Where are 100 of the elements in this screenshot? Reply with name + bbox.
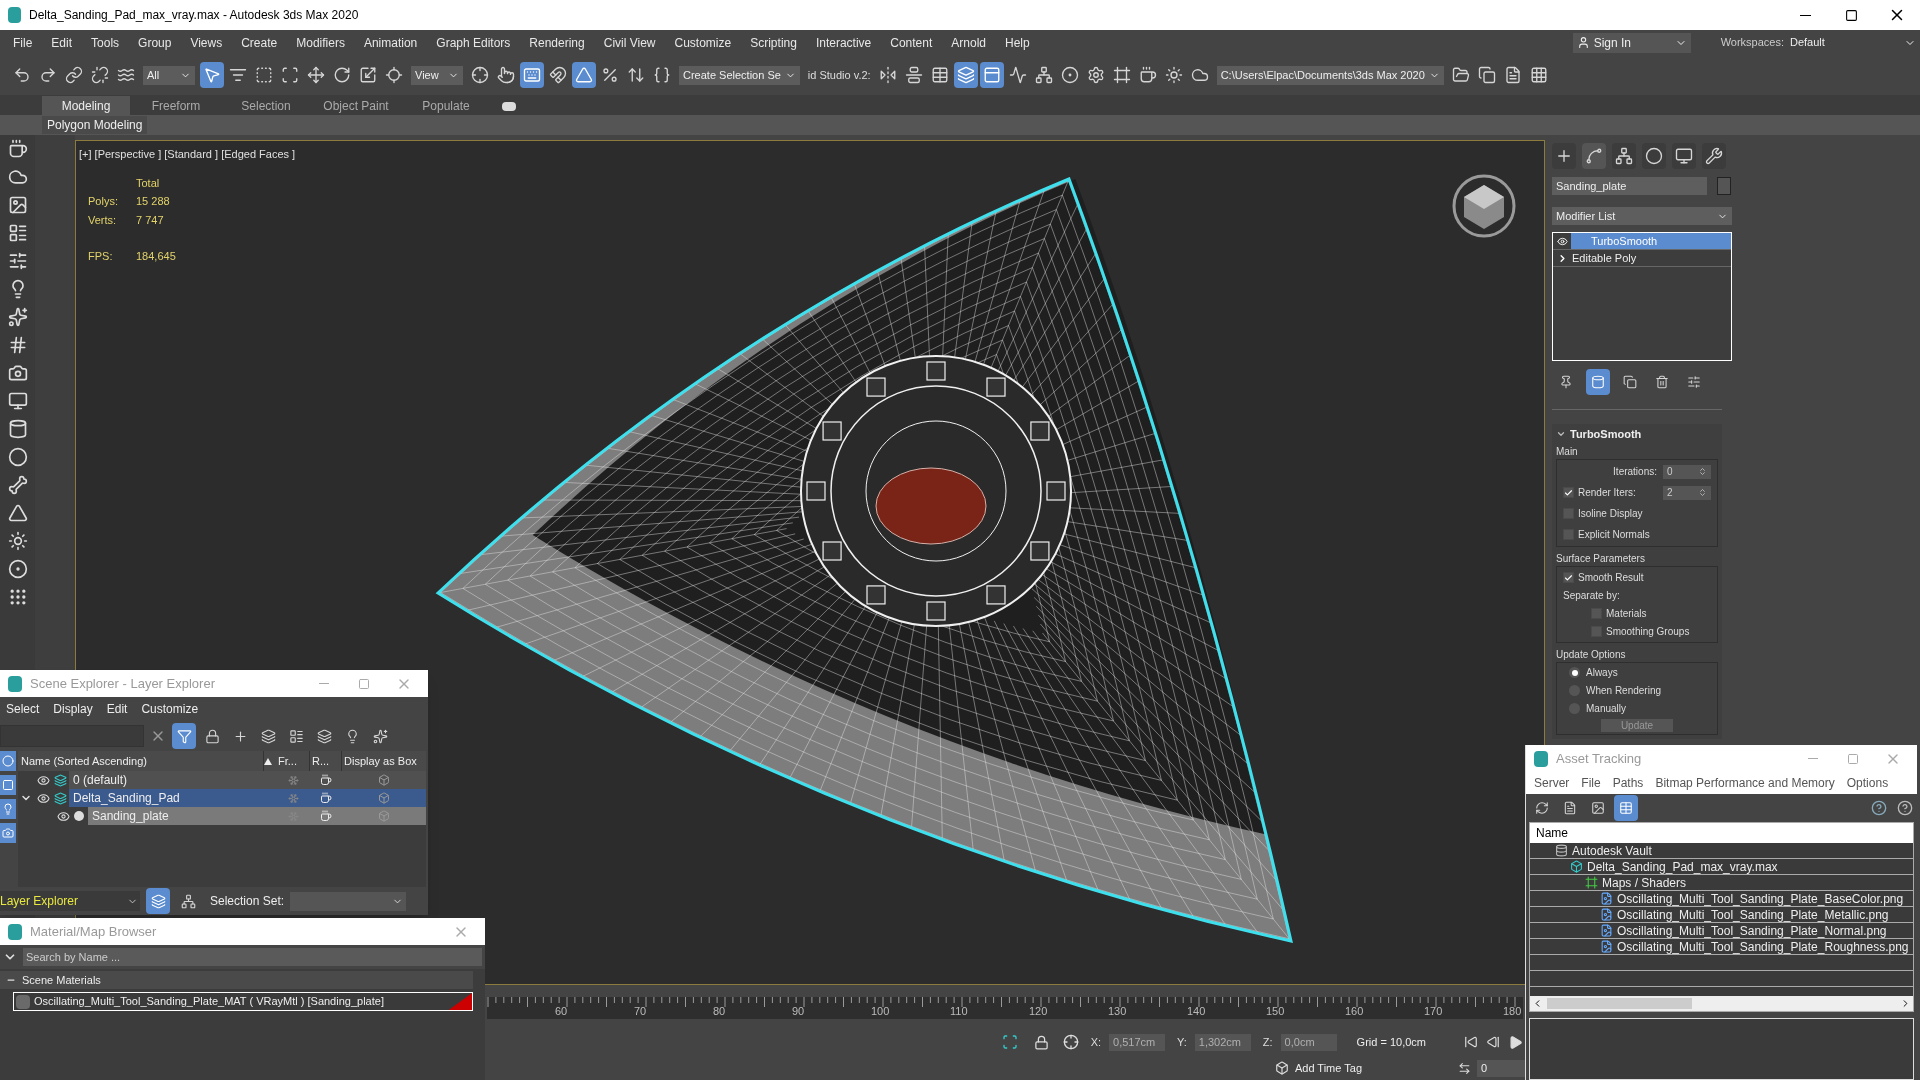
viewport-label[interactable]: [+] [Perspective ] [Standard ] [Edged Faces ] [79,146,1544,163]
menu-item[interactable]: Tools [84,33,127,52]
coordinate-label: X: [1090,1034,1102,1050]
sign-in-dropdown[interactable]: Sign In [1572,32,1691,53]
ribbon-tab[interactable]: Object Paint [312,96,400,115]
menu-item[interactable]: Edit [106,700,128,718]
frame-number: 70 [634,1003,648,1019]
option-label: Smooth Result [1578,571,1644,585]
menu-item[interactable]: Customize [141,700,199,718]
menu-item[interactable]: Group [131,33,179,52]
menu-item[interactable]: Scripting [743,33,804,52]
coordinate-field[interactable]: 0,517cm [1109,1033,1166,1051]
iterations-spinner[interactable]: 0 [1663,464,1711,479]
menu-item[interactable]: Modifiers [289,33,352,52]
selection-set-label: Selection Set: [210,893,285,910]
asset-name[interactable]: Oscillating_Multi_Tool_Sanding_Plate_Normal.png [1617,921,1887,940]
timeline-ruler[interactable]: 60 70 80 90 100 110 120 130 140 150 160 170 180 [487,997,1523,1019]
window-title: Delta_Sanding_Pad_max_vray.max - Autodesk 3ds Max 2020 [29,7,360,24]
frame-field[interactable]: 0 [1477,1059,1527,1077]
coordinate-field[interactable]: 1,302cm [1194,1033,1251,1051]
toolbar-dropdown[interactable]: All [143,65,195,85]
menu-item[interactable]: Help [997,33,1037,52]
workspace-dropdown[interactable]: Default [1790,34,1920,51]
ribbon-tab[interactable]: Modeling [42,96,130,115]
toolbar-label: id Studio v.2: [807,67,871,83]
toolbar-dropdown[interactable]: Create Selection Se [679,65,800,85]
object-name-field[interactable]: Sanding_plate [1552,177,1707,195]
coordinate-label: Y: [1177,1034,1187,1050]
asset-name[interactable]: Delta_Sanding_Pad_max_vray.max [1587,857,1778,876]
group-title: Main [1556,445,1579,459]
stats-header: Total [136,175,161,191]
menu-item[interactable]: Options [1846,774,1889,792]
asset-name[interactable]: Maps / Shaders [1602,873,1687,892]
menu-item[interactable]: Content [883,33,940,52]
option-label: When Rendering [1586,684,1662,698]
column-header[interactable]: Display as Box [342,751,426,771]
ribbon-tab[interactable]: Populate [402,96,490,115]
frame-number: 120 [1029,1003,1049,1019]
menu-item[interactable]: Paths [1612,774,1644,792]
frame-number: 60 [555,1003,569,1019]
menu-item[interactable]: Views [183,33,230,52]
menu-item[interactable]: Interactive [808,33,879,52]
coordinate-label: Z: [1262,1034,1273,1050]
toolbar-dropdown[interactable]: View [411,65,463,85]
option-label: Materials [1606,607,1647,621]
material-item[interactable]: Oscillating_Multi_Tool_Sanding_Plate_MAT ( VRayMtl ) [Sanding_plate] [13,992,473,1011]
ribbon-tab[interactable]: Selection [222,96,310,115]
frame-number: 100 [871,1003,891,1019]
menu-item[interactable]: Animation [356,33,425,52]
option-label: Manually [1586,702,1627,716]
menu-item[interactable]: Civil View [596,33,663,52]
asset-name[interactable]: Oscillating_Multi_Tool_Sanding_Plate_BaseColor.png [1617,889,1904,908]
search-field[interactable]: Search by Name ... [23,948,482,966]
iterations-label: Iterations: [1613,465,1657,479]
tree-item[interactable]: Sanding_plate [88,807,276,825]
asset-name[interactable]: Oscillating_Multi_Tool_Sanding_Plate_Roughness.png [1617,937,1909,956]
frame-number: 130 [1108,1003,1128,1019]
asset-name[interactable]: Oscillating_Multi_Tool_Sanding_Plate_Metallic.png [1617,905,1889,924]
option-label: Explicit Normals [1578,528,1650,542]
frame-number: 110 [950,1003,969,1019]
rollout-title[interactable]: TurboSmooth [1570,425,1642,443]
frame-number: 80 [713,1003,727,1019]
ribbon-tab[interactable]: Freeform [132,96,220,115]
ribbon-panel-button[interactable]: Polygon Modeling [42,116,148,134]
modifier-list-dropdown[interactable]: Modifier List [1552,207,1732,225]
menu-item[interactable]: Edit [44,33,80,52]
render-iters-spinner[interactable]: 2 [1663,485,1711,500]
frame-number: 90 [792,1003,806,1019]
stat-label: Verts: [88,212,118,228]
explorer-mode-dropdown[interactable]: Layer Explorer [0,891,140,911]
add-time-tag-button[interactable]: Add Time Tag [1294,1059,1362,1077]
menu-item[interactable]: Create [234,33,285,52]
menu-item[interactable]: Customize [667,33,739,52]
tree-item[interactable]: Delta_Sanding_Pad [69,789,276,807]
menu-item[interactable]: Bitmap Performance and Memory [1655,774,1835,792]
toolbar-dropdown[interactable]: C:\Users\Elpac\Documents\3ds Max 2020 [1216,65,1444,85]
group-title: Update Options [1556,648,1627,662]
option-label: Smoothing Groups [1606,625,1690,639]
window-title: Asset Tracking [1556,749,1643,768]
frame-number: 160 [1345,1003,1365,1019]
grid-size-label: Grid = 10,0cm [1356,1034,1426,1050]
option-label: Isoline Display [1578,507,1643,521]
tree-item[interactable]: 0 (default) [69,771,276,789]
group-title: Surface Parameters [1556,552,1646,566]
workspaces-label: Workspaces: [1720,35,1784,51]
modifier-stack-item[interactable]: Editable Poly [1571,250,1731,266]
stat-value: 184,645 [136,249,177,264]
asset-name[interactable]: Autodesk Vault [1572,841,1652,860]
menu-item[interactable]: Select [6,700,40,718]
coordinate-field[interactable]: 0,0cm [1280,1033,1337,1051]
stat-label: Polys: [88,194,119,209]
menu-item[interactable]: Rendering [522,33,592,52]
menu-item[interactable]: Graph Editors [429,33,518,52]
menu-item[interactable]: File [1581,774,1601,792]
menu-item[interactable]: File [6,33,40,52]
stat-value: 15 288 [136,194,171,209]
column-header[interactable]: Name [1530,823,1913,843]
separate-by-label: Separate by: [1563,589,1621,603]
menu-item[interactable]: Arnold [944,33,993,52]
frame-number: 180 [1503,1003,1522,1019]
